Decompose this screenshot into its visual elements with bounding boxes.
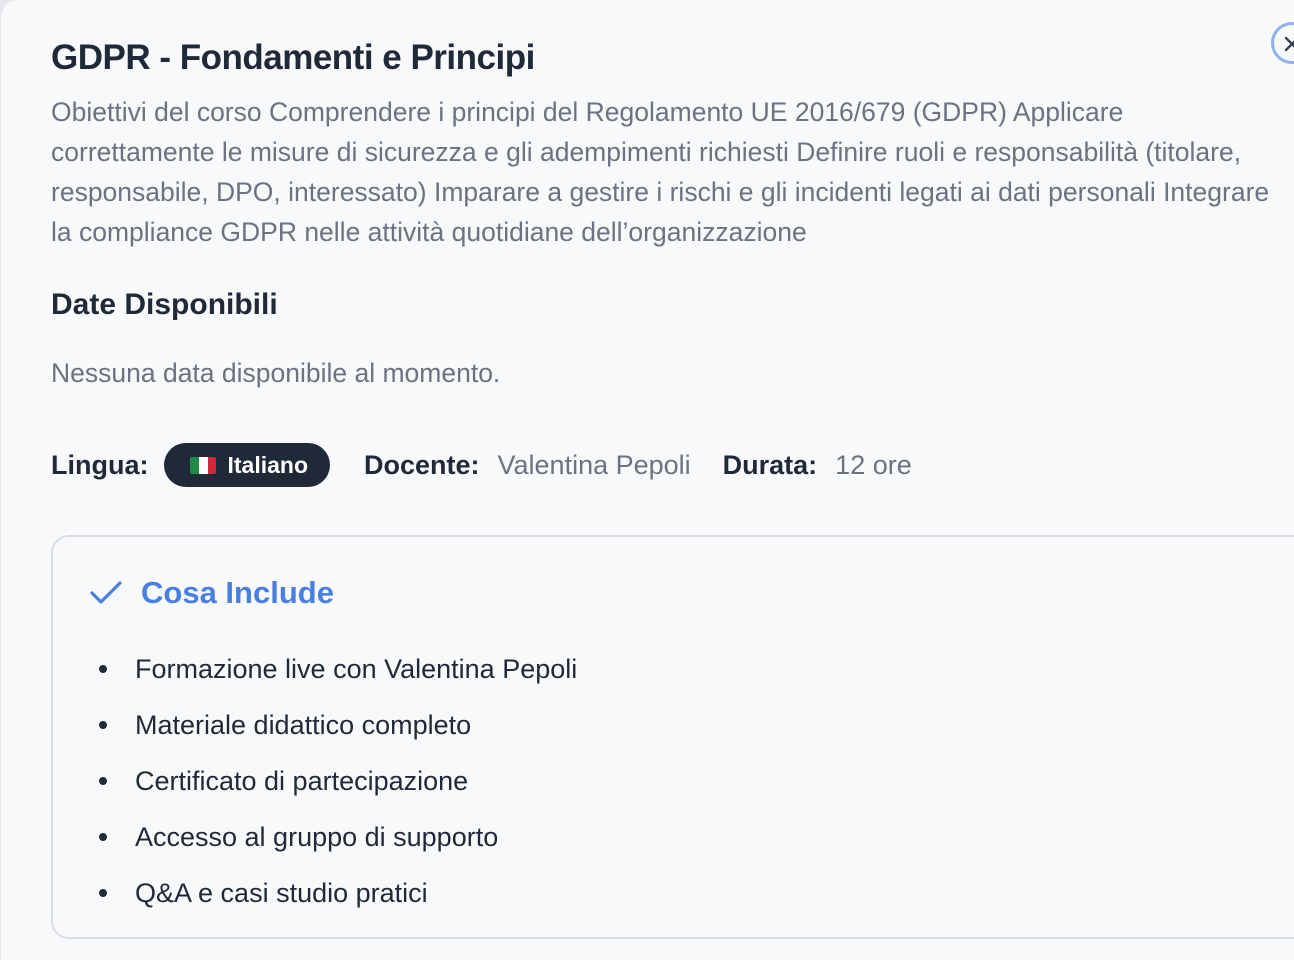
list-item-label: Q&A e casi studio pratici — [135, 877, 428, 908]
list-item: Materiale didattico completo — [99, 697, 577, 753]
list-item: Accesso al gruppo di supporto — [99, 809, 577, 865]
close-icon — [1284, 36, 1294, 52]
course-description: Obiettivi del corso Comprendere i princi… — [51, 97, 1270, 247]
check-icon — [90, 581, 122, 604]
language-value: Italiano — [227, 451, 308, 478]
no-dates-message: Nessuna data disponibile al momento. — [51, 358, 501, 388]
close-button[interactable] — [1271, 22, 1294, 64]
list-item: Q&A e casi studio pratici — [99, 865, 577, 921]
language-badge: Italiano — [164, 443, 330, 487]
includes-title: Cosa Include — [141, 575, 334, 610]
course-title: GDPR - Fondamenti e Principi — [51, 38, 535, 77]
language-label: Lingua: — [51, 449, 149, 480]
list-item-label: Materiale didattico completo — [135, 709, 472, 740]
course-details-modal: GDPR - Fondamenti e Principi Obiettivi d… — [0, 0, 1294, 960]
bullet-icon — [99, 665, 107, 673]
course-meta: Lingua: Italiano Docente: Valentina Pepo… — [51, 443, 912, 487]
teacher-value: Valentina Pepoli — [497, 449, 691, 480]
duration-value: 12 ore — [835, 449, 912, 480]
includes-header: Cosa Include — [89, 575, 334, 611]
duration-label: Durata: — [722, 449, 818, 480]
includes-list: Formazione live con Valentina Pepoli Mat… — [99, 641, 577, 921]
bullet-icon — [99, 721, 107, 729]
italy-flag-icon — [190, 456, 217, 474]
available-dates-title: Date Disponibili — [51, 288, 278, 321]
list-item: Certificato di partecipazione — [99, 753, 577, 809]
list-item-label: Accesso al gruppo di supporto — [135, 821, 499, 852]
list-item: Formazione live con Valentina Pepoli — [99, 641, 577, 697]
bullet-icon — [99, 889, 107, 897]
includes-card: Cosa Include Formazione live con Valenti… — [51, 535, 1294, 939]
teacher-label: Docente: — [364, 449, 480, 480]
list-item-label: Certificato di partecipazione — [135, 765, 469, 796]
bullet-icon — [99, 777, 107, 785]
bullet-icon — [99, 833, 107, 841]
list-item-label: Formazione live con Valentina Pepoli — [135, 653, 578, 684]
